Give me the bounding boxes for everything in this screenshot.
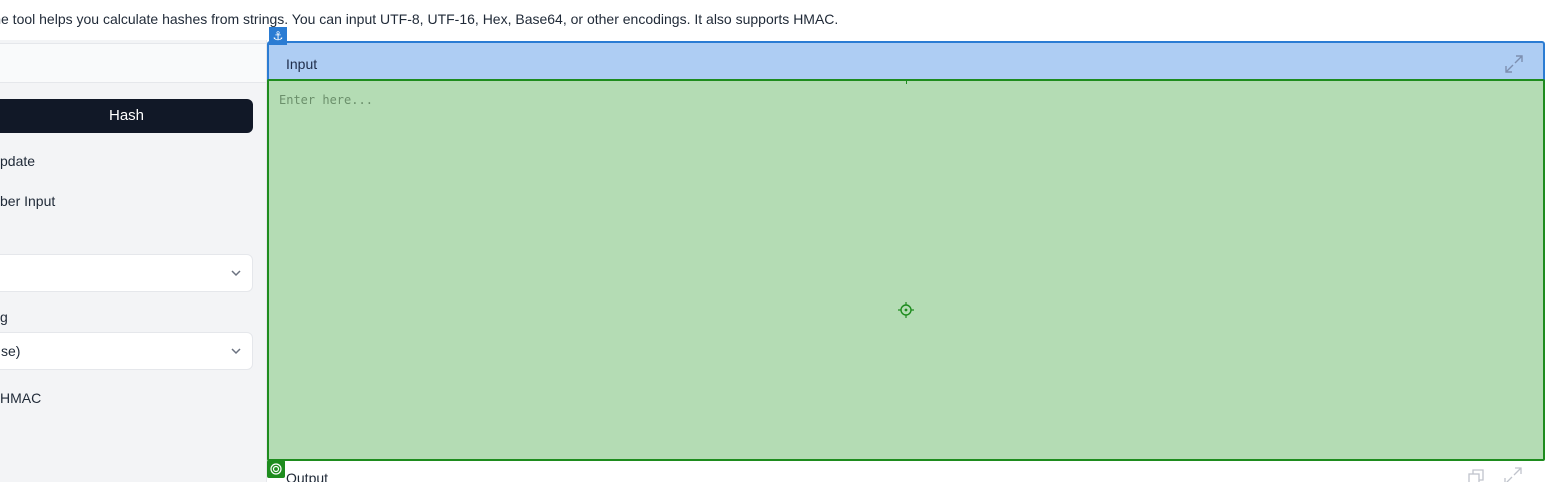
- chevron-down-icon: [231, 270, 241, 277]
- expand-icon[interactable]: [1503, 53, 1525, 75]
- target-icon: [898, 302, 914, 318]
- hash-button[interactable]: Hash: [0, 99, 253, 133]
- expand-icon[interactable]: [1503, 466, 1523, 482]
- input-area: [267, 79, 1545, 478]
- copy-icon[interactable]: [1467, 468, 1485, 482]
- output-encoding-value: se): [1, 343, 21, 359]
- remember-input-option[interactable]: ber Input: [0, 193, 55, 209]
- output-encoding-select[interactable]: se): [0, 332, 253, 370]
- chevron-down-icon: [231, 348, 241, 355]
- target-badge-icon: [267, 460, 285, 478]
- input-title: Input: [286, 56, 318, 72]
- input-encoding-select[interactable]: [0, 254, 253, 292]
- app-root: line tool helps you calculate hashes fro…: [0, 0, 1545, 482]
- auto-update-option[interactable]: pdate: [0, 153, 35, 169]
- tool-description: line tool helps you calculate hashes fro…: [0, 0, 1545, 40]
- hmac-option[interactable]: HMAC: [0, 390, 41, 406]
- anchor-icon: ⚓: [269, 27, 287, 45]
- input-header: ⚓ Input: [267, 27, 1545, 84]
- output-title: Output: [286, 470, 329, 482]
- io-panel: ⚓ Input Output: [266, 27, 1545, 482]
- input-textarea[interactable]: [269, 81, 1543, 459]
- output-encoding-label: g: [0, 309, 8, 325]
- options-header: [0, 43, 266, 83]
- options-panel: Hash pdate ber Input g se) HMAC: [0, 40, 266, 482]
- description-text: line tool helps you calculate hashes fro…: [0, 11, 839, 27]
